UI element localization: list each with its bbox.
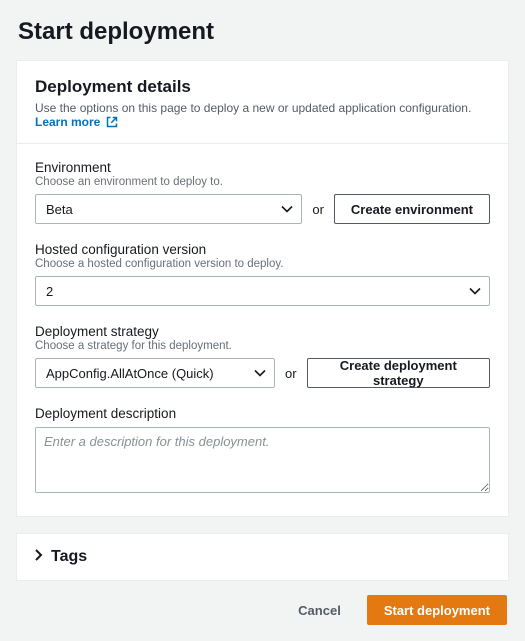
chevron-down-icon — [469, 284, 481, 299]
start-deployment-button[interactable]: Start deployment — [367, 595, 507, 625]
environment-select[interactable]: Beta — [35, 194, 302, 224]
tags-panel: Tags — [16, 533, 509, 581]
create-strategy-button[interactable]: Create deployment strategy — [307, 358, 490, 388]
details-title: Deployment details — [35, 77, 490, 97]
details-desc-text: Use the options on this page to deploy a… — [35, 101, 471, 115]
tags-title: Tags — [51, 548, 87, 566]
learn-more-link[interactable]: Learn more — [35, 115, 118, 129]
footer-actions: Cancel Start deployment — [16, 595, 509, 625]
environment-field: Environment Choose an environment to dep… — [35, 160, 490, 224]
details-panel: Deployment details Use the options on th… — [16, 60, 509, 517]
strategy-select[interactable]: AppConfig.AllAtOnce (Quick) — [35, 358, 275, 388]
description-field: Deployment description — [35, 406, 490, 498]
environment-or: or — [312, 202, 324, 217]
page-title: Start deployment — [18, 18, 509, 46]
description-label: Deployment description — [35, 406, 490, 421]
chevron-down-icon — [254, 366, 266, 381]
details-desc: Use the options on this page to deploy a… — [35, 101, 490, 131]
version-desc: Choose a hosted configuration version to… — [35, 258, 490, 270]
strategy-label: Deployment strategy — [35, 324, 490, 339]
chevron-down-icon — [281, 202, 293, 217]
caret-right-icon — [35, 548, 43, 566]
tags-toggle[interactable]: Tags — [35, 548, 490, 566]
version-value: 2 — [46, 284, 53, 299]
version-label: Hosted configuration version — [35, 242, 490, 257]
environment-label: Environment — [35, 160, 490, 175]
strategy-field: Deployment strategy Choose a strategy fo… — [35, 324, 490, 388]
environment-desc: Choose an environment to deploy to. — [35, 176, 490, 188]
version-select[interactable]: 2 — [35, 276, 490, 306]
strategy-or: or — [285, 366, 297, 381]
strategy-desc: Choose a strategy for this deployment. — [35, 340, 490, 352]
create-environment-button[interactable]: Create environment — [334, 194, 490, 224]
environment-value: Beta — [46, 202, 73, 217]
version-field: Hosted configuration version Choose a ho… — [35, 242, 490, 306]
description-textarea[interactable] — [35, 427, 490, 493]
external-link-icon — [106, 116, 118, 131]
details-header: Deployment details Use the options on th… — [17, 61, 508, 144]
cancel-button[interactable]: Cancel — [282, 595, 357, 625]
learn-more-text: Learn more — [35, 115, 100, 129]
strategy-value: AppConfig.AllAtOnce (Quick) — [46, 366, 214, 381]
